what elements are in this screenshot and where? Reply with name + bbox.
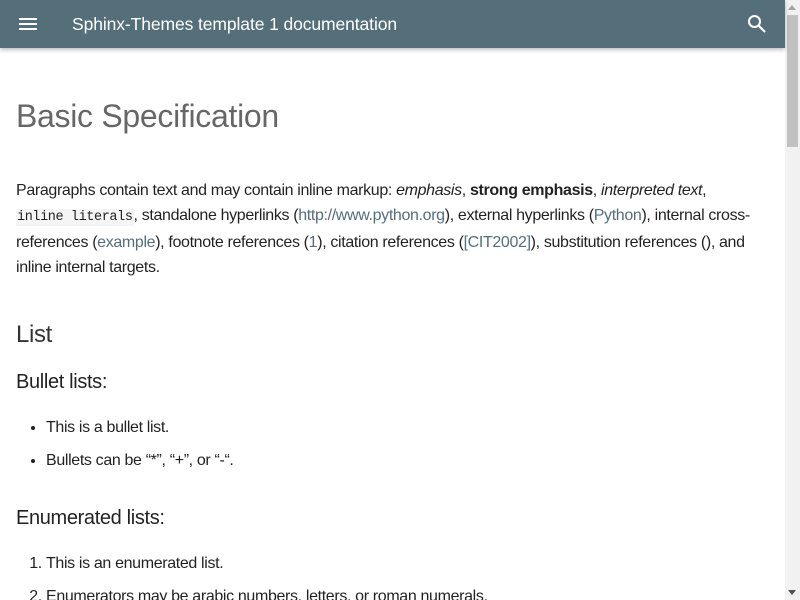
search-button[interactable] <box>745 12 769 36</box>
scroll-up-arrow-icon[interactable] <box>788 5 796 10</box>
text: , <box>592 182 601 199</box>
list-item: This is an enumerated list. <box>46 551 488 584</box>
scroll-down-arrow-icon[interactable] <box>788 590 796 595</box>
interpreted-text: interpreted text <box>600 182 703 199</box>
section-heading-list: List <box>16 321 52 348</box>
list-item: Enumerators may be arabic numbers, lette… <box>46 584 488 600</box>
bullet-lists-heading: Bullet lists: <box>16 371 108 393</box>
menu-button[interactable] <box>16 12 40 36</box>
scrollbar-thumb[interactable] <box>787 15 798 147</box>
link-python[interactable]: Python <box>594 207 642 224</box>
menu-icon <box>19 18 37 30</box>
scrollbar[interactable] <box>785 0 800 600</box>
page-title: Basic Specification <box>16 98 279 134</box>
text: ), footnote references ( <box>155 234 309 251</box>
text: , standalone hyperlinks ( <box>133 207 299 224</box>
strong-emphasis: strong emphasis <box>469 182 593 199</box>
top-app-bar: Sphinx-Themes template 1 documentation <box>0 0 785 48</box>
text: ), external hyperlinks ( <box>444 207 594 224</box>
link-citation[interactable]: [CIT2002] <box>464 234 531 251</box>
text: , <box>702 182 707 199</box>
enumerated-list: This is an enumerated list. Enumerators … <box>46 551 488 600</box>
link-python-org[interactable]: http://www.python.org <box>298 207 445 224</box>
bullet-list: This is a bullet list. Bullets can be “*… <box>46 415 234 481</box>
enumerated-lists-heading: Enumerated lists: <box>16 507 165 529</box>
emphasis: emphasis <box>396 182 462 199</box>
text: , <box>461 182 470 199</box>
site-title[interactable]: Sphinx-Themes template 1 documentation <box>72 0 397 48</box>
search-icon <box>748 15 766 33</box>
link-footnote[interactable]: 1 <box>309 234 318 251</box>
inline-literal: inline literals <box>16 209 134 226</box>
text: ), citation references ( <box>317 234 464 251</box>
link-example[interactable]: example <box>97 234 155 251</box>
text: Paragraphs contain text and may contain … <box>16 182 397 199</box>
intro-paragraph: Paragraphs contain text and may contain … <box>16 178 776 280</box>
list-item: This is a bullet list. <box>46 415 234 448</box>
list-item: Bullets can be “*”, “+”, or “-“. <box>46 448 234 481</box>
